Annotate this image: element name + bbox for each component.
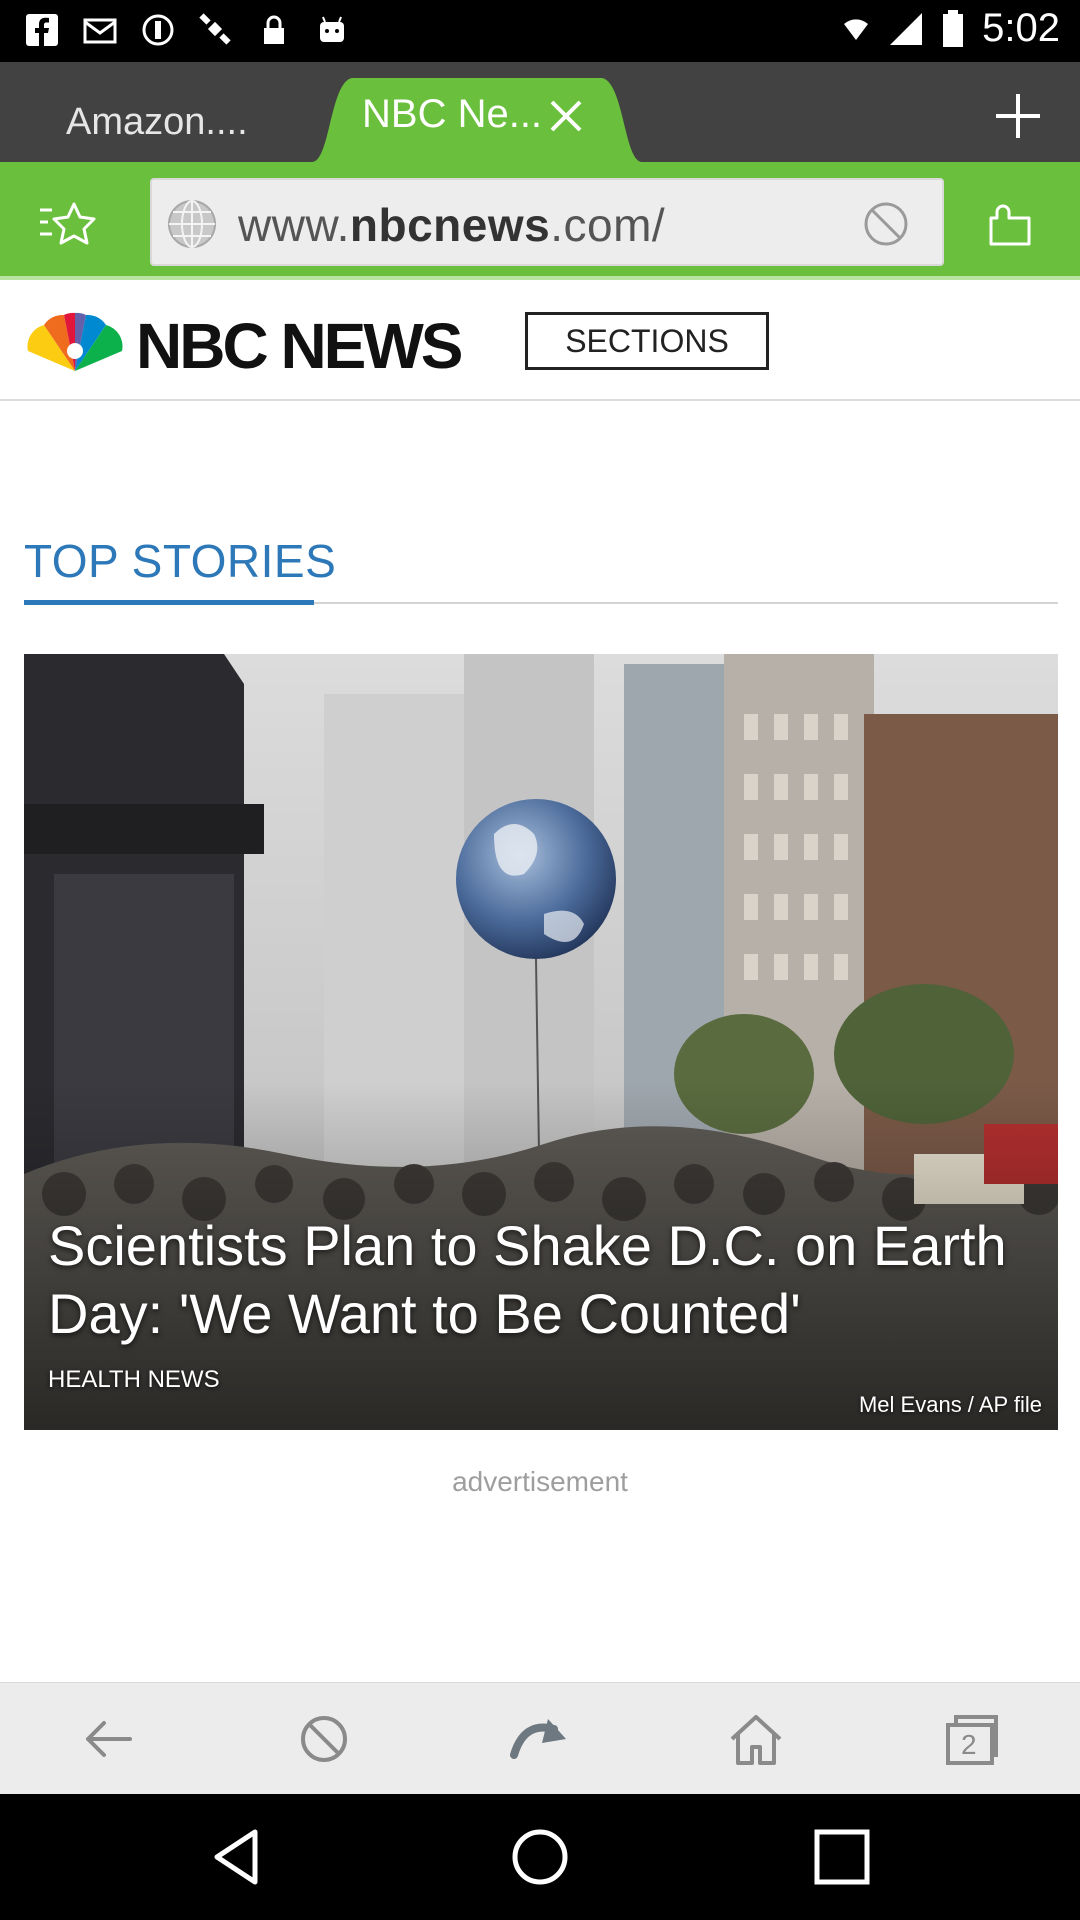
facebook-icon [26,14,58,46]
signal-icon [890,12,923,45]
progress-bar [0,276,1080,280]
site-header: NBC NEWS SECTIONS [0,287,1080,401]
browser-bottom-nav: 2 [0,1682,1080,1794]
top-stories-heading: TOP STORIES [24,535,337,587]
tab-label: NBC Ne... [362,92,543,136]
tab-count: 2 [961,1729,977,1760]
block-icon [142,14,174,46]
url-bar[interactable]: www.nbcnews.com/ [150,178,944,266]
lock-icon [264,15,284,44]
photo-credit: Mel Evans / AP file [858,1392,1042,1417]
battery-icon [943,9,964,47]
advertisement-label: advertisement [452,1466,628,1497]
sections-button[interactable]: SECTIONS [525,312,769,370]
tabs-button[interactable]: 2 [942,1711,1002,1767]
url-text[interactable]: www.nbcnews.com/ [238,198,665,252]
refresh-icon[interactable] [510,1711,570,1767]
globe-icon [168,200,216,248]
active-underline [24,600,314,605]
android-icon [320,16,344,42]
tab-nbc-news[interactable]: NBC Ne... [312,74,642,162]
browser-toolbar: www.nbcnews.com/ [0,162,1080,280]
hero-section-label[interactable]: HEALTH NEWS [48,1366,220,1394]
tab-bar: Amazon.... NBC Ne... [0,62,1080,162]
status-time: 5:02 [982,6,1060,50]
tab-amazon[interactable]: Amazon.... [30,92,290,152]
tab-label: Amazon.... [66,101,248,143]
url-prefix: www. [238,199,350,251]
close-icon[interactable] [544,94,588,138]
satellite-icon [199,13,231,45]
plus-icon[interactable] [990,88,1046,144]
hero-headline[interactable]: Scientists Plan to Shake D.C. on Earth D… [48,1212,1038,1348]
bookmark-star-icon[interactable] [38,200,98,248]
mail-icon [83,18,117,44]
system-back-icon[interactable] [205,1824,271,1890]
stop-icon[interactable] [862,200,910,248]
site-logo-text[interactable]: NBC NEWS [136,309,463,383]
nbc-peacock-logo[interactable] [24,311,126,373]
stop-icon[interactable] [294,1711,354,1767]
home-icon[interactable] [726,1711,786,1767]
system-home-icon[interactable] [507,1824,573,1890]
system-recents-icon[interactable] [809,1824,875,1890]
status-bar: 5:02 [0,0,1080,62]
url-domain: nbcnews [349,199,551,251]
extension-icon[interactable] [985,202,1035,248]
system-navigation-bar [0,1794,1080,1920]
hero-story[interactable]: Scientists Plan to Shake D.C. on Earth D… [24,654,1058,1430]
url-suffix: .com/ [550,199,666,251]
back-icon[interactable] [78,1711,138,1767]
wifi-icon [844,18,869,40]
